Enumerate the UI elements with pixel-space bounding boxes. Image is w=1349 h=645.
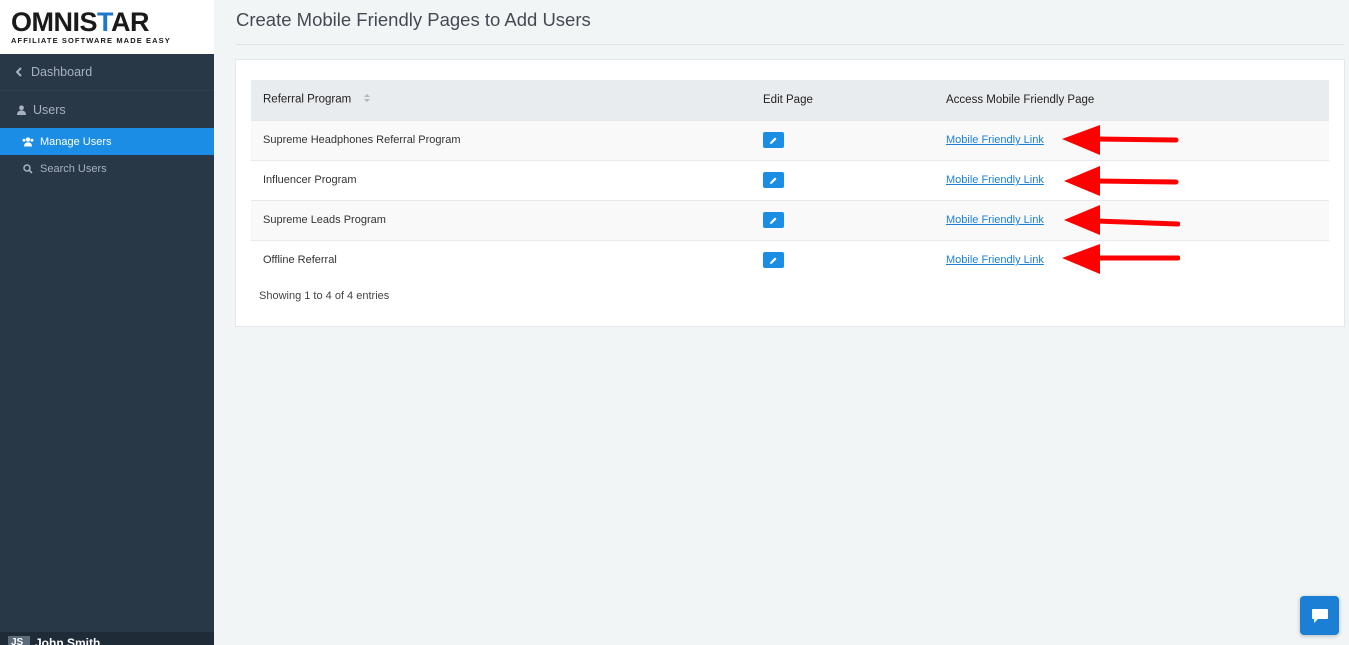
logo-wordmark: OMNISTAR bbox=[11, 7, 150, 37]
sidebar-item-label: Dashboard bbox=[31, 65, 93, 79]
user-icon bbox=[13, 104, 29, 115]
table-row: Offline Referral Mobile Friendly Link bbox=[251, 240, 1329, 280]
mobile-friendly-link[interactable]: Mobile Friendly Link bbox=[946, 254, 1044, 266]
logo[interactable]: OMNISTAR AFFILIATE SOFTWARE MADE EASY bbox=[0, 0, 214, 54]
table-info: Showing 1 to 4 of 4 entries bbox=[259, 290, 390, 302]
sidebar-item-label: Manage Users bbox=[40, 135, 112, 148]
pencil-icon bbox=[770, 257, 777, 264]
page-title: Create Mobile Friendly Pages to Add User… bbox=[236, 9, 591, 30]
current-user[interactable]: JS John Smith bbox=[0, 632, 214, 645]
pencil-icon bbox=[770, 137, 777, 144]
sidebar-item-users[interactable]: Users bbox=[0, 91, 214, 128]
red-arrow-annotation bbox=[1062, 243, 1180, 274]
column-header-referral-program[interactable]: Referral Program bbox=[251, 80, 751, 120]
edit-page-button[interactable] bbox=[763, 172, 784, 188]
sidebar-item-search-users[interactable]: Search Users bbox=[0, 155, 214, 182]
programs-card: Referral Program Edit Page Access Mobile… bbox=[235, 59, 1345, 327]
search-icon bbox=[20, 163, 36, 174]
edit-page-button[interactable] bbox=[763, 212, 784, 228]
program-name: Supreme Leads Program bbox=[263, 214, 386, 226]
column-header-access-page: Access Mobile Friendly Page bbox=[946, 93, 1095, 106]
edit-page-button[interactable] bbox=[763, 132, 784, 148]
program-name: Influencer Program bbox=[263, 174, 357, 186]
edit-page-button[interactable] bbox=[763, 252, 784, 269]
red-arrow-annotation bbox=[1064, 204, 1180, 235]
users-icon bbox=[20, 136, 36, 147]
table-header-row: Referral Program Edit Page Access Mobile… bbox=[251, 80, 1329, 120]
logo-tagline: AFFILIATE SOFTWARE MADE EASY bbox=[11, 36, 171, 45]
avatar: JS bbox=[8, 636, 30, 645]
pencil-icon bbox=[770, 177, 777, 184]
sidebar-item-manage-users[interactable]: Manage Users bbox=[0, 128, 214, 155]
chevron-left-icon bbox=[11, 67, 27, 77]
sidebar-item-label: Users bbox=[33, 102, 66, 117]
chat-button[interactable] bbox=[1300, 596, 1339, 635]
column-header-edit-page: Edit Page bbox=[763, 93, 813, 106]
sort-icon bbox=[363, 93, 371, 106]
table-row: Supreme Leads Program Mobile Friendly Li… bbox=[251, 200, 1329, 240]
program-name: Offline Referral bbox=[263, 254, 337, 267]
chat-icon bbox=[1311, 608, 1328, 623]
red-arrow-annotation bbox=[1064, 165, 1179, 196]
user-name: John Smith bbox=[35, 636, 101, 645]
mobile-friendly-link[interactable]: Mobile Friendly Link bbox=[946, 174, 1044, 186]
sidebar-item-label: Search Users bbox=[40, 162, 107, 175]
table-row: Supreme Headphones Referral Program Mobi… bbox=[251, 120, 1329, 160]
program-name: Supreme Headphones Referral Program bbox=[263, 134, 461, 146]
sidebar: OMNISTAR AFFILIATE SOFTWARE MADE EASY Da… bbox=[0, 0, 214, 645]
divider bbox=[236, 44, 1344, 45]
table-row: Influencer Program Mobile Friendly Link bbox=[251, 160, 1329, 200]
programs-table: Referral Program Edit Page Access Mobile… bbox=[251, 80, 1329, 280]
mobile-friendly-link[interactable]: Mobile Friendly Link bbox=[946, 214, 1044, 226]
pencil-icon bbox=[770, 217, 777, 224]
sidebar-item-dashboard[interactable]: Dashboard bbox=[0, 54, 214, 91]
mobile-friendly-link[interactable]: Mobile Friendly Link bbox=[946, 134, 1044, 146]
red-arrow-annotation bbox=[1062, 124, 1179, 155]
